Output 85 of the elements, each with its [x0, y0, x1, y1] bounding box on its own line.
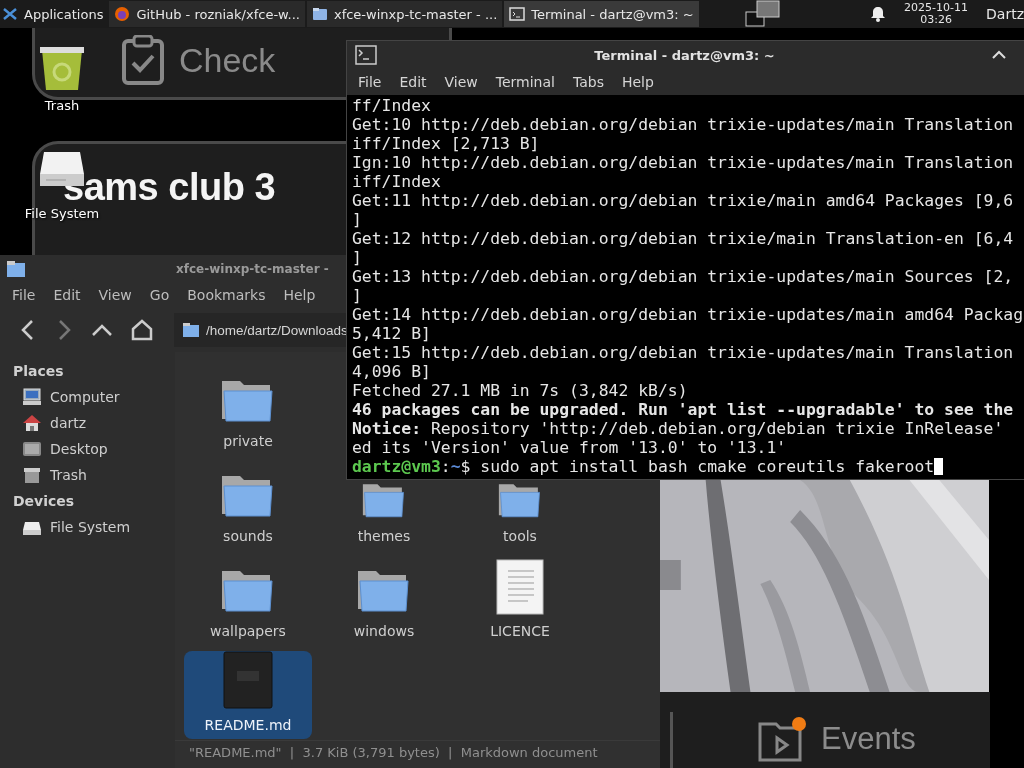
menu-item[interactable]: Tabs: [563, 74, 613, 90]
menu-item[interactable]: Edit: [390, 74, 436, 90]
terminal-line: iff/Index [2,713 B]: [352, 134, 541, 153]
caret-up-icon[interactable]: [992, 50, 1006, 60]
sidebar-heading: Places: [12, 362, 65, 381]
menu-item[interactable]: File: [349, 74, 391, 90]
desktop-icon-label[interactable]: File System: [24, 206, 100, 221]
terminal-line: Get:11 http://deb.debian.org/debian trixie/main amd64 Packages [9,6: [352, 191, 1015, 210]
document-entry[interactable]: LICENCE: [456, 550, 584, 645]
terminal-line: Ign:10 http://deb.debian.org/debian trixie-updates/main Translation: [352, 153, 1015, 172]
folder-icon[interactable]: [311, 6, 328, 22]
menu-item[interactable]: Edit: [44, 287, 90, 303]
folder-entry[interactable]: tools: [456, 481, 584, 550]
terminal-line: Notice: Repository 'http://deb.debian.org/debian trixie InRelease': [352, 419, 1005, 438]
home-icon: [22, 414, 42, 432]
text-cursor: [934, 458, 944, 475]
video-folder-icon: [757, 716, 809, 762]
prompt-symbol: $: [460, 457, 471, 476]
sidebar-item[interactable]: dartz: [0, 410, 175, 436]
terminal-line: ]: [352, 210, 363, 229]
terminal-line: 5,412 B]: [352, 324, 432, 343]
sidebar-item[interactable]: Computer: [0, 384, 175, 410]
dark-document-icon: [223, 651, 273, 709]
bell-icon[interactable]: [870, 6, 887, 22]
terminal-command: sudo apt install bash cmake coreutils fakeroot: [480, 457, 935, 476]
desktop-icon-label[interactable]: Trash: [44, 98, 80, 113]
status-bar: "README.md" | 3.7 KiB (3,791 bytes) | Markdown document: [175, 740, 660, 768]
home-icon[interactable]: [130, 318, 154, 342]
menu-item[interactable]: Go: [140, 287, 179, 303]
menu-item[interactable]: Terminal: [486, 74, 564, 90]
terminal-line: 4,096 B]: [352, 362, 432, 381]
prompt-separator: :: [440, 457, 451, 476]
computer-icon: [22, 388, 42, 406]
taskbar-button[interactable]: Terminal - dartz@vm3: ~: [504, 1, 699, 27]
sidebar-item[interactable]: Trash: [0, 462, 175, 488]
folder-entry[interactable]: themes: [320, 481, 448, 550]
browser-icon[interactable]: [114, 6, 131, 22]
terminal-line: ff/Index: [352, 96, 432, 115]
document-icon: [496, 559, 544, 615]
terminal-line: iff/Index: [352, 172, 442, 191]
folder-entry[interactable]: sounds: [184, 455, 312, 550]
prompt-path: ~: [450, 457, 461, 476]
window-title: Terminal - dartz@vm3: ~: [593, 47, 776, 63]
user-name[interactable]: Dartz: [986, 6, 1024, 22]
sidebar-item[interactable]: Desktop: [0, 436, 175, 462]
terminal-line: Fetched 27.1 MB in 7s (3,842 kB/s): [352, 381, 689, 400]
sidebar-heading: Devices: [12, 492, 76, 511]
folder-icon: [182, 322, 200, 338]
taskbar-button[interactable]: GitHub - rozniak/xfce-w...: [109, 1, 305, 27]
trash-icon: [22, 466, 42, 484]
document-entry[interactable]: README.md: [184, 651, 312, 739]
menu-item[interactable]: File: [3, 287, 45, 303]
window-title: xfce-winxp-tc-master -: [176, 261, 329, 276]
terminal-line: ]: [352, 248, 363, 267]
workspace-switcher-icon[interactable]: [744, 0, 781, 28]
folder-entry[interactable]: wallpapers: [184, 550, 312, 645]
prompt-user: dartz@vm3: [352, 457, 441, 476]
terminal-icon: [355, 45, 377, 65]
path-field[interactable]: /home/dartz/Downloads: [174, 313, 348, 347]
terminal-line: Get:10 http://deb.debian.org/debian trixie-updates/main Translation: [352, 115, 1015, 134]
menu-item[interactable]: Help: [612, 74, 663, 90]
desktop-icon: [22, 440, 42, 458]
terminal-line: Get:12 http://deb.debian.org/debian trixie/main Translation-en [6,4: [352, 229, 1015, 248]
menu-logo-icon: [2, 6, 18, 22]
terminal-line: Get:15 http://deb.debian.org/debian trixie-updates/main Translation: [352, 343, 1015, 362]
clock-time: 03:26: [920, 14, 952, 26]
terminal-line: Get:13 http://deb.debian.org/debian trixie-updates/main Sources [2,: [352, 267, 1015, 286]
terminal-icon[interactable]: [509, 6, 526, 22]
terminal-line: Get:14 http://deb.debian.org/debian trixie-updates/main amd64 Packag: [352, 305, 1024, 324]
clipboard-check-icon: [121, 35, 165, 85]
terminal-line: ed its 'Version' value from '13.0' to '13.1': [352, 438, 788, 457]
menu-item[interactable]: Help: [274, 287, 325, 303]
clock-date: 2025-10-11: [904, 2, 969, 14]
folder-icon: [6, 259, 26, 278]
folder-entry[interactable]: windows: [320, 550, 448, 645]
folder-entry[interactable]: private: [184, 360, 312, 455]
taskbar-button[interactable]: xfce-winxp-tc-master - ...: [306, 1, 503, 27]
terminal-line: ]: [352, 286, 363, 305]
menu-item[interactable]: View: [435, 74, 487, 90]
menu-item[interactable]: View: [89, 287, 141, 303]
terminal-line: 46 packages can be upgraded. Run 'apt list --upgradable' to see the: [352, 400, 1015, 419]
sidebar-item[interactable]: File System: [0, 514, 175, 540]
menu-item[interactable]: Bookmarks: [178, 287, 275, 303]
card-title: Check: [179, 40, 276, 80]
events-button[interactable]: Events: [757, 716, 916, 762]
